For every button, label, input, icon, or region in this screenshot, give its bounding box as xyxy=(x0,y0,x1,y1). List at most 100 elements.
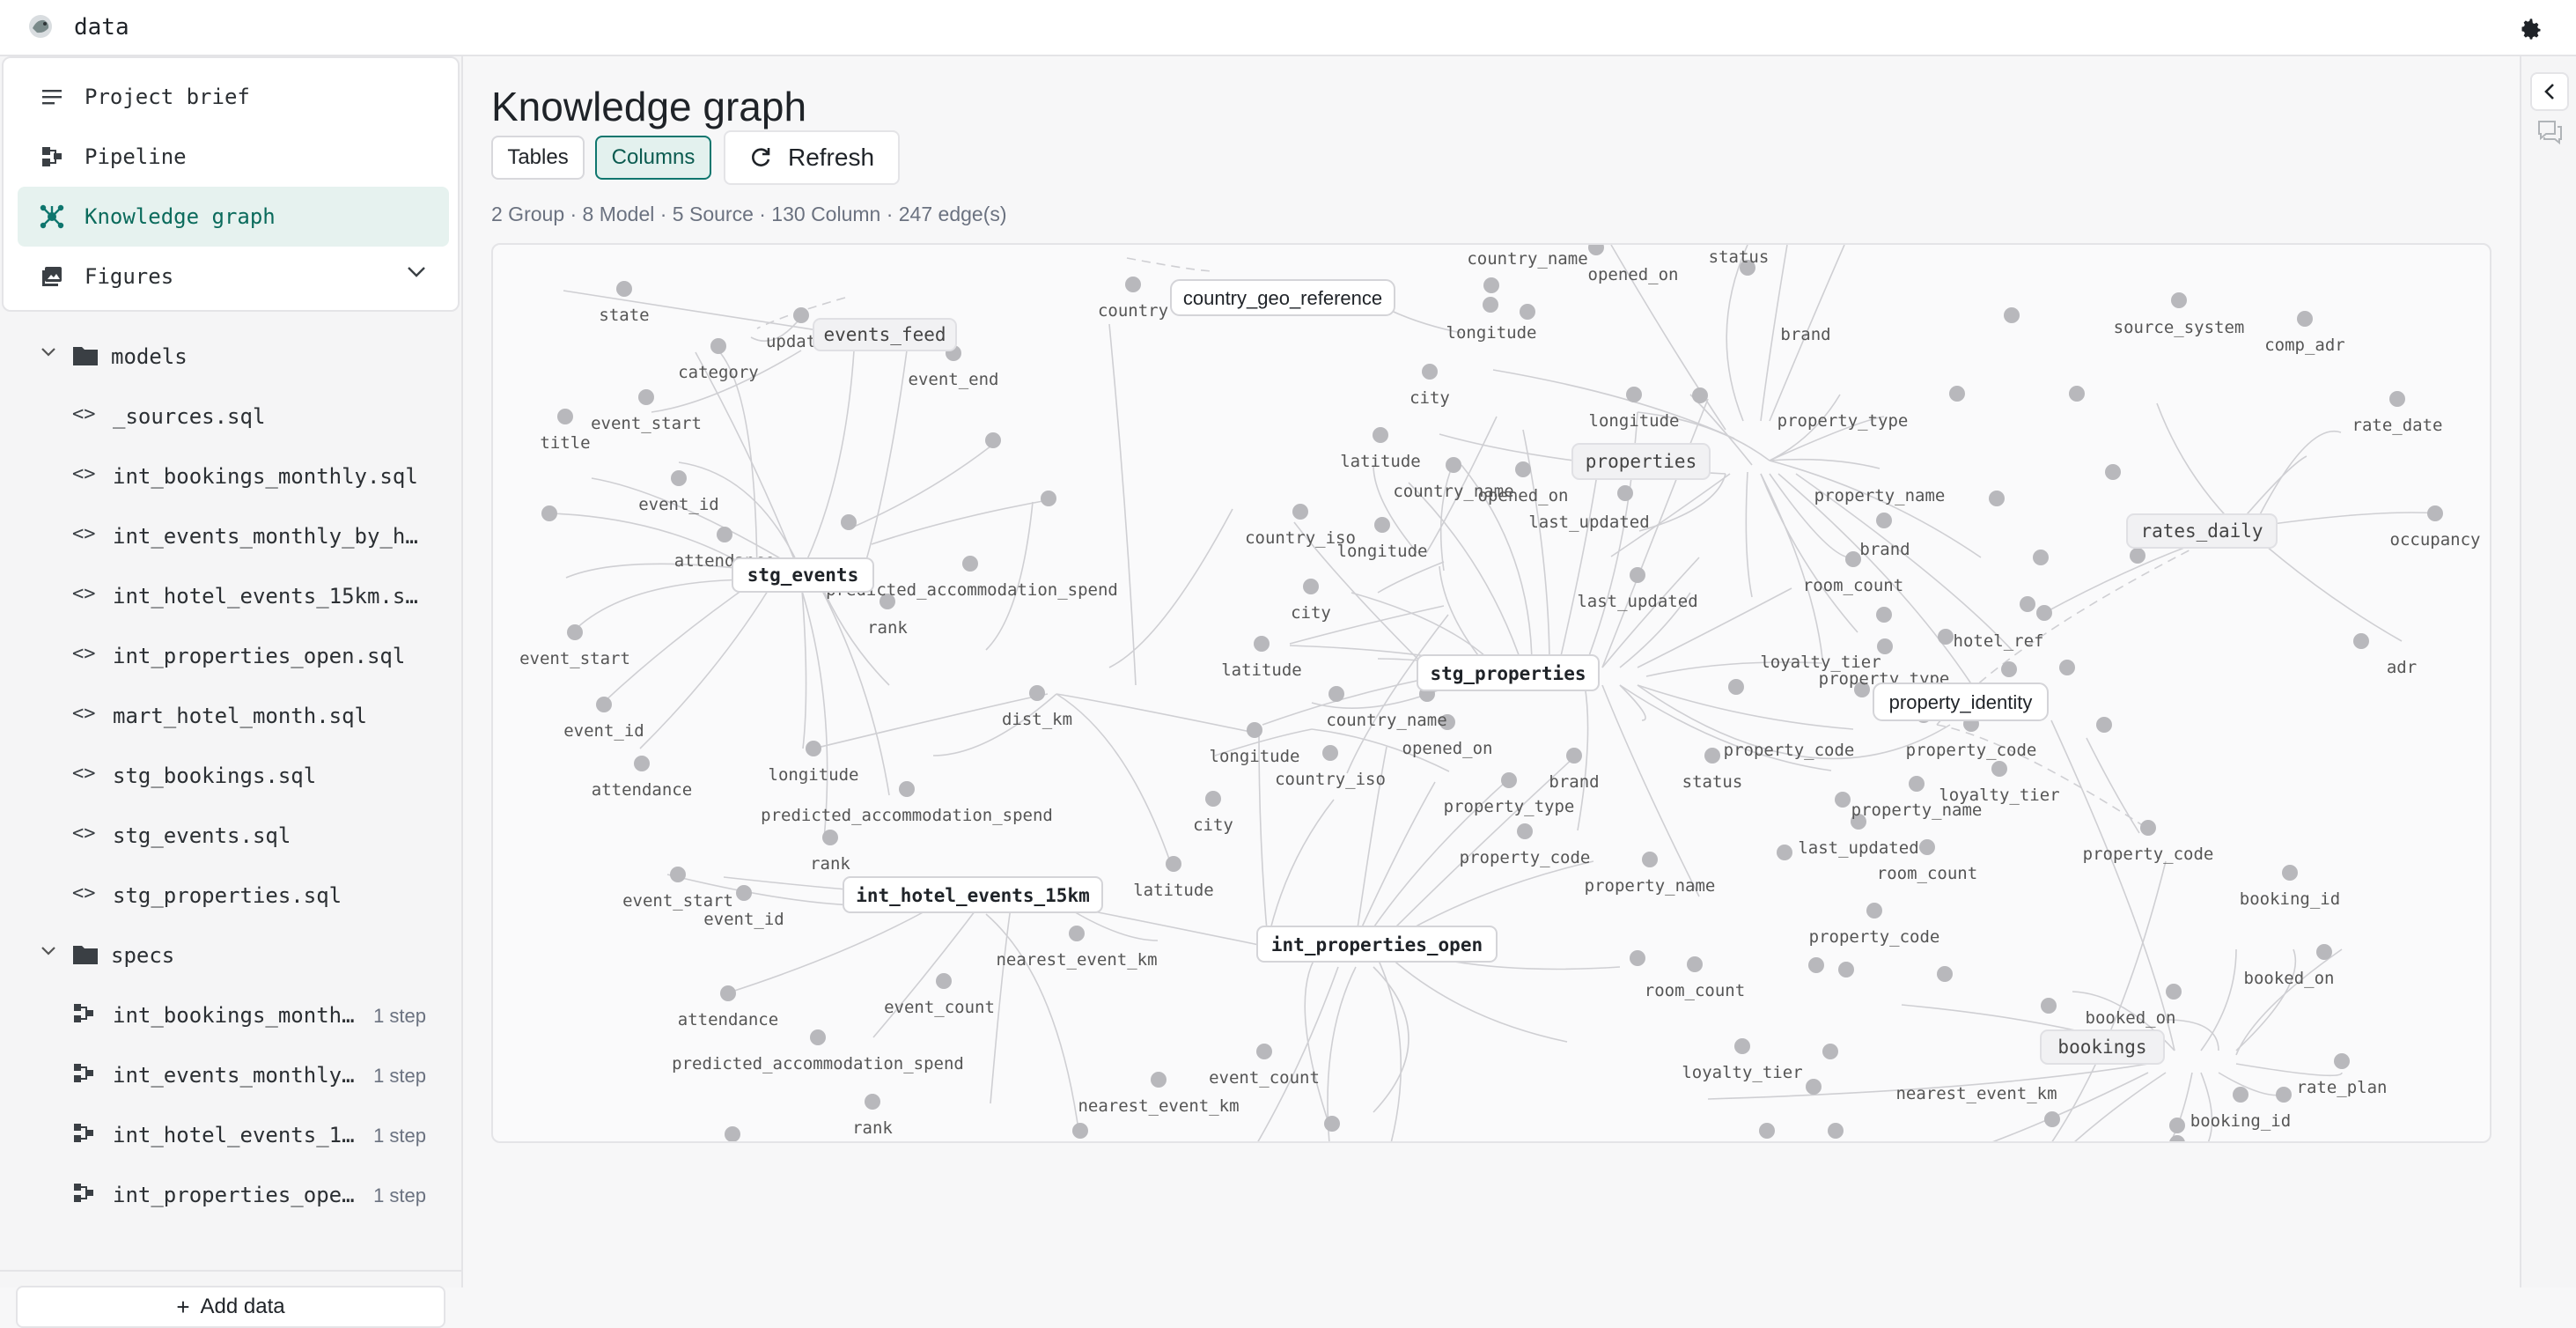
graph-node[interactable] xyxy=(1938,629,1954,645)
graph-node[interactable] xyxy=(899,781,915,797)
graph-node[interactable] xyxy=(2105,464,2121,480)
graph-node[interactable] xyxy=(2171,292,2187,308)
graph-node[interactable] xyxy=(736,885,752,901)
graph-node[interactable] xyxy=(1151,1072,1167,1088)
graph-node[interactable] xyxy=(793,307,809,323)
file-item[interactable]: <> int_bookings_monthly.sql xyxy=(0,446,461,505)
tab-tables[interactable]: Tables xyxy=(491,136,585,180)
graph-node[interactable] xyxy=(2140,820,2156,836)
graph-node[interactable] xyxy=(1777,845,1792,860)
graph-node[interactable] xyxy=(1029,685,1045,701)
graph-node[interactable] xyxy=(2169,1118,2185,1133)
settings-button[interactable] xyxy=(2513,11,2550,48)
graph-node[interactable] xyxy=(2004,307,2020,323)
graph-node[interactable] xyxy=(670,867,686,882)
graph-node[interactable] xyxy=(985,432,1001,448)
spec-item[interactable]: int_hotel_events_1… 1 step xyxy=(0,1104,461,1164)
graph-node[interactable] xyxy=(1949,386,1965,402)
graph-node[interactable] xyxy=(2282,865,2298,881)
graph-node[interactable] xyxy=(1734,1038,1750,1054)
file-item[interactable]: <> stg_events.sql xyxy=(0,805,461,865)
graph-node[interactable] xyxy=(936,973,952,989)
graph-node[interactable] xyxy=(710,338,726,354)
graph-node[interactable] xyxy=(717,527,732,542)
graph-node[interactable] xyxy=(1256,1044,1272,1059)
spec-item[interactable]: int_bookings_month… 1 step xyxy=(0,985,461,1044)
graph-node[interactable] xyxy=(1759,1123,1775,1139)
graph-node[interactable] xyxy=(1919,839,1935,855)
graph-node[interactable] xyxy=(1566,748,1582,764)
graph-node[interactable] xyxy=(1501,772,1517,788)
graph-node[interactable] xyxy=(822,830,838,845)
file-item[interactable]: <> _sources.sql xyxy=(0,386,461,446)
graph-node[interactable] xyxy=(2069,386,2085,402)
graph-node[interactable] xyxy=(1292,504,1308,520)
graph-node[interactable] xyxy=(1247,722,1262,738)
graph-node[interactable] xyxy=(616,281,632,297)
graph-node[interactable] xyxy=(725,1126,740,1142)
graph-node[interactable] xyxy=(1588,245,1604,255)
graph-node[interactable] xyxy=(1630,950,1645,966)
graph-node[interactable] xyxy=(1483,297,1498,313)
graph-node[interactable] xyxy=(1374,517,1390,533)
graph-node[interactable] xyxy=(2334,1053,2350,1069)
graph-node[interactable] xyxy=(596,697,612,712)
file-item[interactable]: <> stg_bookings.sql xyxy=(0,745,461,805)
graph-node[interactable] xyxy=(841,514,857,530)
graph-node[interactable] xyxy=(1069,926,1085,941)
graph-node[interactable] xyxy=(1446,457,1461,473)
graph-node[interactable] xyxy=(2389,391,2405,407)
graph-node[interactable] xyxy=(1806,1079,1822,1095)
graph-node[interactable] xyxy=(1866,903,1882,919)
graph-canvas[interactable]: state updated category title event_start… xyxy=(491,243,2491,1143)
chevron-down-icon[interactable] xyxy=(407,266,426,278)
graph-node[interactable] xyxy=(1876,607,1892,623)
graph-node[interactable] xyxy=(2353,633,2369,649)
tab-columns[interactable]: Columns xyxy=(595,136,711,180)
graph-node[interactable] xyxy=(541,505,557,521)
graph-node[interactable] xyxy=(2427,505,2443,521)
graph-node[interactable] xyxy=(2297,311,2313,327)
graph-node[interactable] xyxy=(2316,944,2332,960)
graph-node[interactable] xyxy=(1205,791,1221,807)
graph-node[interactable] xyxy=(671,470,687,486)
graph-node[interactable] xyxy=(1520,304,1535,320)
graph-node[interactable] xyxy=(1728,679,1744,695)
graph-node[interactable] xyxy=(638,389,654,405)
chat-icon[interactable] xyxy=(2536,118,2564,146)
graph-node[interactable] xyxy=(1692,387,1708,403)
folder-models[interactable]: models xyxy=(0,326,461,386)
graph-node[interactable] xyxy=(1303,579,1319,594)
refresh-button[interactable]: Refresh xyxy=(724,130,900,185)
graph-node[interactable] xyxy=(1373,427,1388,443)
graph-node[interactable] xyxy=(634,756,650,771)
graph-node[interactable] xyxy=(1125,277,1141,292)
collapse-button[interactable] xyxy=(2530,72,2569,111)
spec-item[interactable]: int_properties_ope… 1 step xyxy=(0,1164,461,1224)
graph-node[interactable] xyxy=(2041,998,2057,1014)
file-item[interactable]: <> int_hotel_events_15km.s… xyxy=(0,565,461,625)
graph-node[interactable] xyxy=(1845,551,1861,567)
graph-node[interactable] xyxy=(2233,1087,2248,1103)
graph-node[interactable] xyxy=(1808,957,1824,973)
graph-node[interactable] xyxy=(1835,792,1851,808)
graph-node[interactable] xyxy=(1483,277,1499,293)
graph-svg[interactable]: state updated category title event_start… xyxy=(493,245,2491,1143)
graph-node[interactable] xyxy=(2033,550,2049,565)
graph-node[interactable] xyxy=(1322,745,1338,761)
folder-specs[interactable]: specs xyxy=(0,925,461,985)
graph-node[interactable] xyxy=(2001,661,2017,677)
graph-node[interactable] xyxy=(1515,461,1531,477)
graph-node[interactable] xyxy=(806,741,821,756)
graph-node[interactable] xyxy=(1328,686,1344,702)
graph-node[interactable] xyxy=(1642,852,1658,867)
graph-node[interactable] xyxy=(1828,1123,1844,1139)
graph-node[interactable] xyxy=(1876,513,1892,528)
graph-node[interactable] xyxy=(720,985,736,1001)
file-item[interactable]: <> int_events_monthly_by_h… xyxy=(0,505,461,565)
nav-figures[interactable]: Figures xyxy=(18,247,449,306)
graph-node[interactable] xyxy=(1617,485,1633,501)
graph-node[interactable] xyxy=(1517,823,1533,839)
graph-node[interactable] xyxy=(1838,962,1854,978)
spec-item[interactable]: int_events_monthly… 1 step xyxy=(0,1044,461,1104)
